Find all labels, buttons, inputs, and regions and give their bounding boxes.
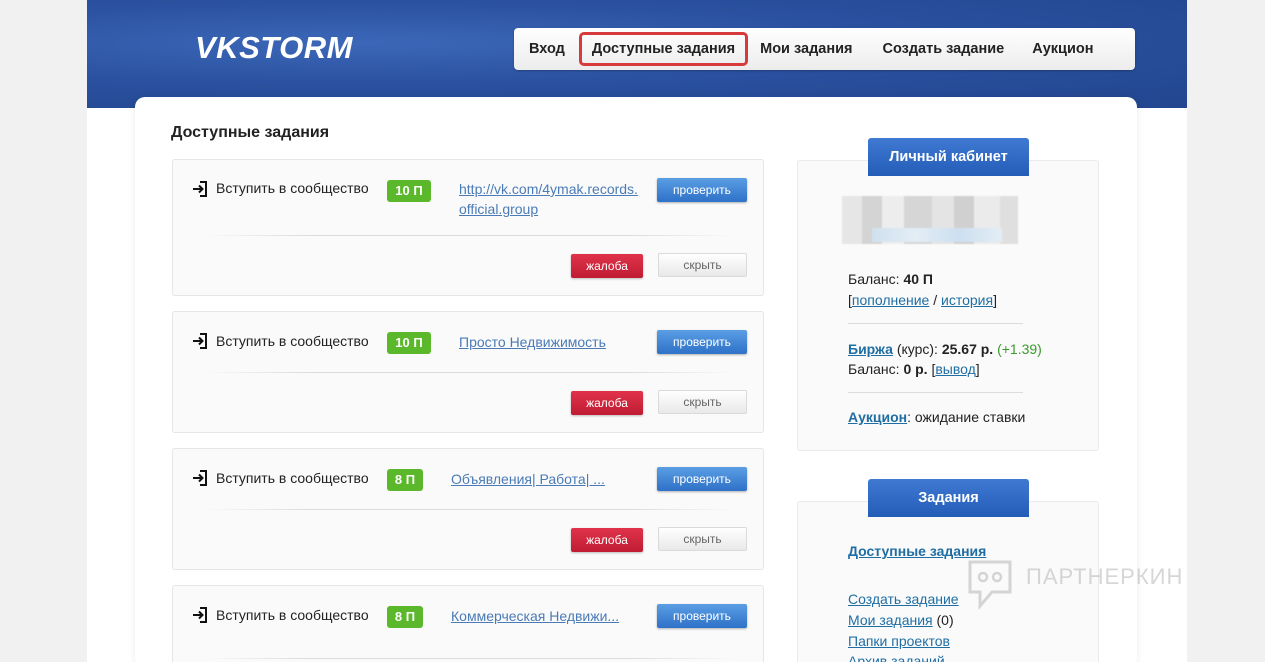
watermark-logo-icon (968, 560, 1012, 610)
tasks-panel-archive-link[interactable]: Архив заданий (848, 653, 945, 662)
nav-item-my-tasks[interactable]: Мои задания (760, 41, 852, 57)
join-community-icon (193, 470, 207, 486)
personal-cabinet-header: Личный кабинет (868, 138, 1029, 176)
tasks-panel-my-tasks-count: (0) (936, 612, 954, 628)
check-button[interactable]: проверить (657, 604, 747, 628)
blurred-user-avatar (842, 196, 1018, 244)
task-card: Вступить в сообщество 8 П Объявления| Ра… (172, 448, 764, 570)
exchange-line: Биржа (курс): 25.67 р. (+1.39) (848, 341, 1042, 357)
task-card: Вступить в сообщество 8 П Коммерческая Н… (172, 585, 764, 662)
watermark-text: ПАРТНЕРКИН (1026, 564, 1184, 589)
task-card: Вступить в сообщество 10 П http://vk.com… (172, 159, 764, 296)
exchange-rate-label: (курс): (896, 341, 938, 357)
divider (201, 658, 737, 659)
check-button[interactable]: проверить (657, 330, 747, 354)
tasks-panel-item: Архив заданий (848, 653, 945, 662)
page-title: Доступные задания (171, 124, 330, 141)
balance-label: Баланс: (848, 271, 900, 287)
report-button[interactable]: жалоба (571, 254, 643, 278)
auction-status: : ожидание ставки (907, 409, 1026, 425)
topup-link[interactable]: пополнение (852, 292, 929, 308)
points-badge: 10 П (387, 180, 431, 202)
site-header: VKSTORM Вход Доступные задания Мои задан… (87, 0, 1187, 108)
tasks-panel-my-tasks-link[interactable]: Мои задания (848, 612, 933, 628)
balance-value: 40 П (903, 271, 933, 287)
nav-item-create-task[interactable]: Создать задание (882, 41, 1004, 57)
task-type-label: Вступить в сообщество (216, 180, 369, 196)
history-link[interactable]: история (941, 292, 993, 308)
tasks-panel-available-link[interactable]: Доступные задания (848, 543, 986, 559)
exchange-rate-change: (+1.39) (997, 341, 1042, 357)
check-button[interactable]: проверить (657, 178, 747, 202)
hide-button[interactable]: скрыть (658, 390, 747, 414)
nav-item-login[interactable]: Вход (529, 41, 565, 57)
nav-item-available-tasks[interactable]: Доступные задания (578, 32, 749, 66)
auction-line: Аукцион: ожидание ставки (848, 409, 1025, 425)
balance-links: [пополнение / история] (848, 292, 997, 308)
divider (201, 372, 737, 373)
divider (201, 509, 737, 510)
exchange-link[interactable]: Биржа (848, 341, 893, 357)
main-nav: Вход Доступные задания Мои задания Созда… (514, 28, 1135, 70)
hide-button[interactable]: скрыть (658, 253, 747, 277)
divider (848, 323, 1023, 324)
balance2-value: 0 р. (903, 361, 928, 377)
report-button[interactable]: жалоба (571, 528, 643, 552)
tasks-panel-create-link[interactable]: Создать задание (848, 591, 959, 607)
balance2-label: Баланс: (848, 361, 900, 377)
site-logo[interactable]: VKSTORM (195, 30, 353, 66)
join-community-icon (193, 181, 207, 197)
balance-line: Баланс: 40 П (848, 271, 933, 287)
exchange-rate-value: 25.67 р. (941, 341, 994, 357)
tasks-panel-item: Мои задания (0) (848, 612, 954, 628)
task-link-line[interactable]: http://vk.com/4ymak.records. (459, 181, 638, 197)
task-card: Вступить в сообщество 10 П Просто Недвиж… (172, 311, 764, 433)
divider (201, 235, 737, 236)
task-type-label: Вступить в сообщество (216, 470, 369, 486)
points-badge: 10 П (387, 332, 431, 354)
task-type-label: Вступить в сообщество (216, 607, 369, 623)
join-community-icon (193, 333, 207, 349)
join-community-icon (193, 607, 207, 623)
tasks-panel-folders-link[interactable]: Папки проектов (848, 633, 950, 649)
task-link[interactable]: Коммерческая Недвижи... (451, 606, 619, 626)
watermark: ПАРТНЕРКИН (966, 558, 1265, 610)
hide-button[interactable]: скрыть (658, 527, 747, 551)
check-button[interactable]: проверить (657, 467, 747, 491)
report-button[interactable]: жалоба (571, 391, 643, 415)
task-link[interactable]: Объявления| Работа| ... (451, 469, 605, 489)
tasks-panel-item: Папки проектов (848, 633, 950, 649)
task-type-label: Вступить в сообщество (216, 333, 369, 349)
task-link[interactable]: http://vk.com/4ymak.records. official.gr… (459, 179, 638, 219)
points-badge: 8 П (387, 606, 423, 628)
balance2-line: Баланс: 0 р. [вывод] (848, 361, 980, 377)
withdraw-link[interactable]: вывод (935, 361, 975, 377)
divider (848, 392, 1023, 393)
nav-item-auction[interactable]: Аукцион (1032, 41, 1093, 57)
tasks-panel-header: Задания (868, 479, 1029, 517)
task-link[interactable]: Просто Недвижимость (459, 332, 606, 352)
tasks-panel-item: Доступные задания (848, 543, 986, 559)
task-link-line[interactable]: official.group (459, 201, 538, 217)
tasks-panel-item: Создать задание (848, 591, 959, 607)
auction-link[interactable]: Аукцион (848, 409, 907, 425)
points-badge: 8 П (387, 469, 423, 491)
